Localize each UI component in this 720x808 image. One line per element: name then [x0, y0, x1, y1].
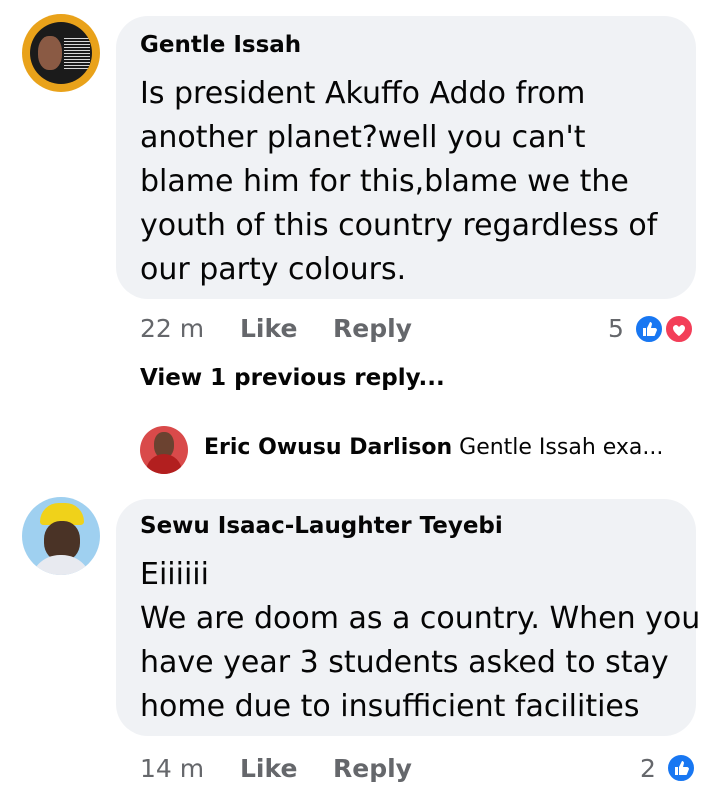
avatar-eric-owusu-darlison[interactable]	[140, 426, 188, 474]
reply-button[interactable]: Reply	[333, 754, 412, 783]
like-icon[interactable]	[634, 314, 664, 344]
comment-line: blame him for this,blame we the	[140, 164, 629, 199]
latest-reply-preview[interactable]: Eric Owusu Darlison Gentle Issah exa...	[204, 435, 663, 460]
comment-author[interactable]: Sewu Isaac-Laughter Teyebi	[140, 513, 503, 539]
like-button[interactable]: Like	[240, 314, 297, 343]
reply-preview-text: Gentle Issah exa...	[459, 435, 664, 460]
like-icon[interactable]	[666, 753, 696, 783]
reply-author: Eric Owusu Darlison	[204, 435, 453, 460]
reaction-count[interactable]: 5	[608, 314, 624, 343]
comment-bubble: Sewu Isaac-Laughter Teyebi Eiiiiii We ar…	[116, 499, 700, 736]
avatar-gentle-issah[interactable]	[22, 14, 100, 92]
avatar-image	[30, 22, 92, 84]
comment-line: We are doom as a country. When you	[140, 601, 701, 636]
comment-line: have year 3 students asked to stay	[140, 645, 669, 680]
comment-timestamp[interactable]: 14 m	[140, 754, 204, 783]
avatar-sewu-isaac-laughter-teyebi[interactable]	[22, 497, 100, 575]
avatar-text-graphic	[64, 36, 90, 70]
comment-bubble: Gentle Issah Is president Akuffo Addo fr…	[116, 16, 696, 299]
comment-line: Is president Akuffo Addo from	[140, 76, 586, 111]
avatar-shirt	[30, 555, 92, 575]
love-icon[interactable]	[664, 314, 694, 344]
view-previous-replies[interactable]: View 1 previous reply...	[140, 365, 445, 391]
comment-line: Eiiiiii	[140, 557, 209, 592]
reply-button[interactable]: Reply	[333, 314, 412, 343]
comment-line: home due to insufficient facilities	[140, 689, 640, 724]
comment-author[interactable]: Gentle Issah	[140, 32, 301, 58]
avatar-face	[38, 36, 62, 70]
comment-line: another planet?well you can't	[140, 120, 586, 155]
comment-timestamp[interactable]: 22 m	[140, 314, 204, 343]
comment-line: youth of this country regardless of	[140, 208, 658, 243]
reaction-count[interactable]: 2	[640, 754, 656, 783]
like-button[interactable]: Like	[240, 754, 297, 783]
comment-line: our party colours.	[140, 252, 407, 287]
avatar-body	[146, 454, 182, 474]
